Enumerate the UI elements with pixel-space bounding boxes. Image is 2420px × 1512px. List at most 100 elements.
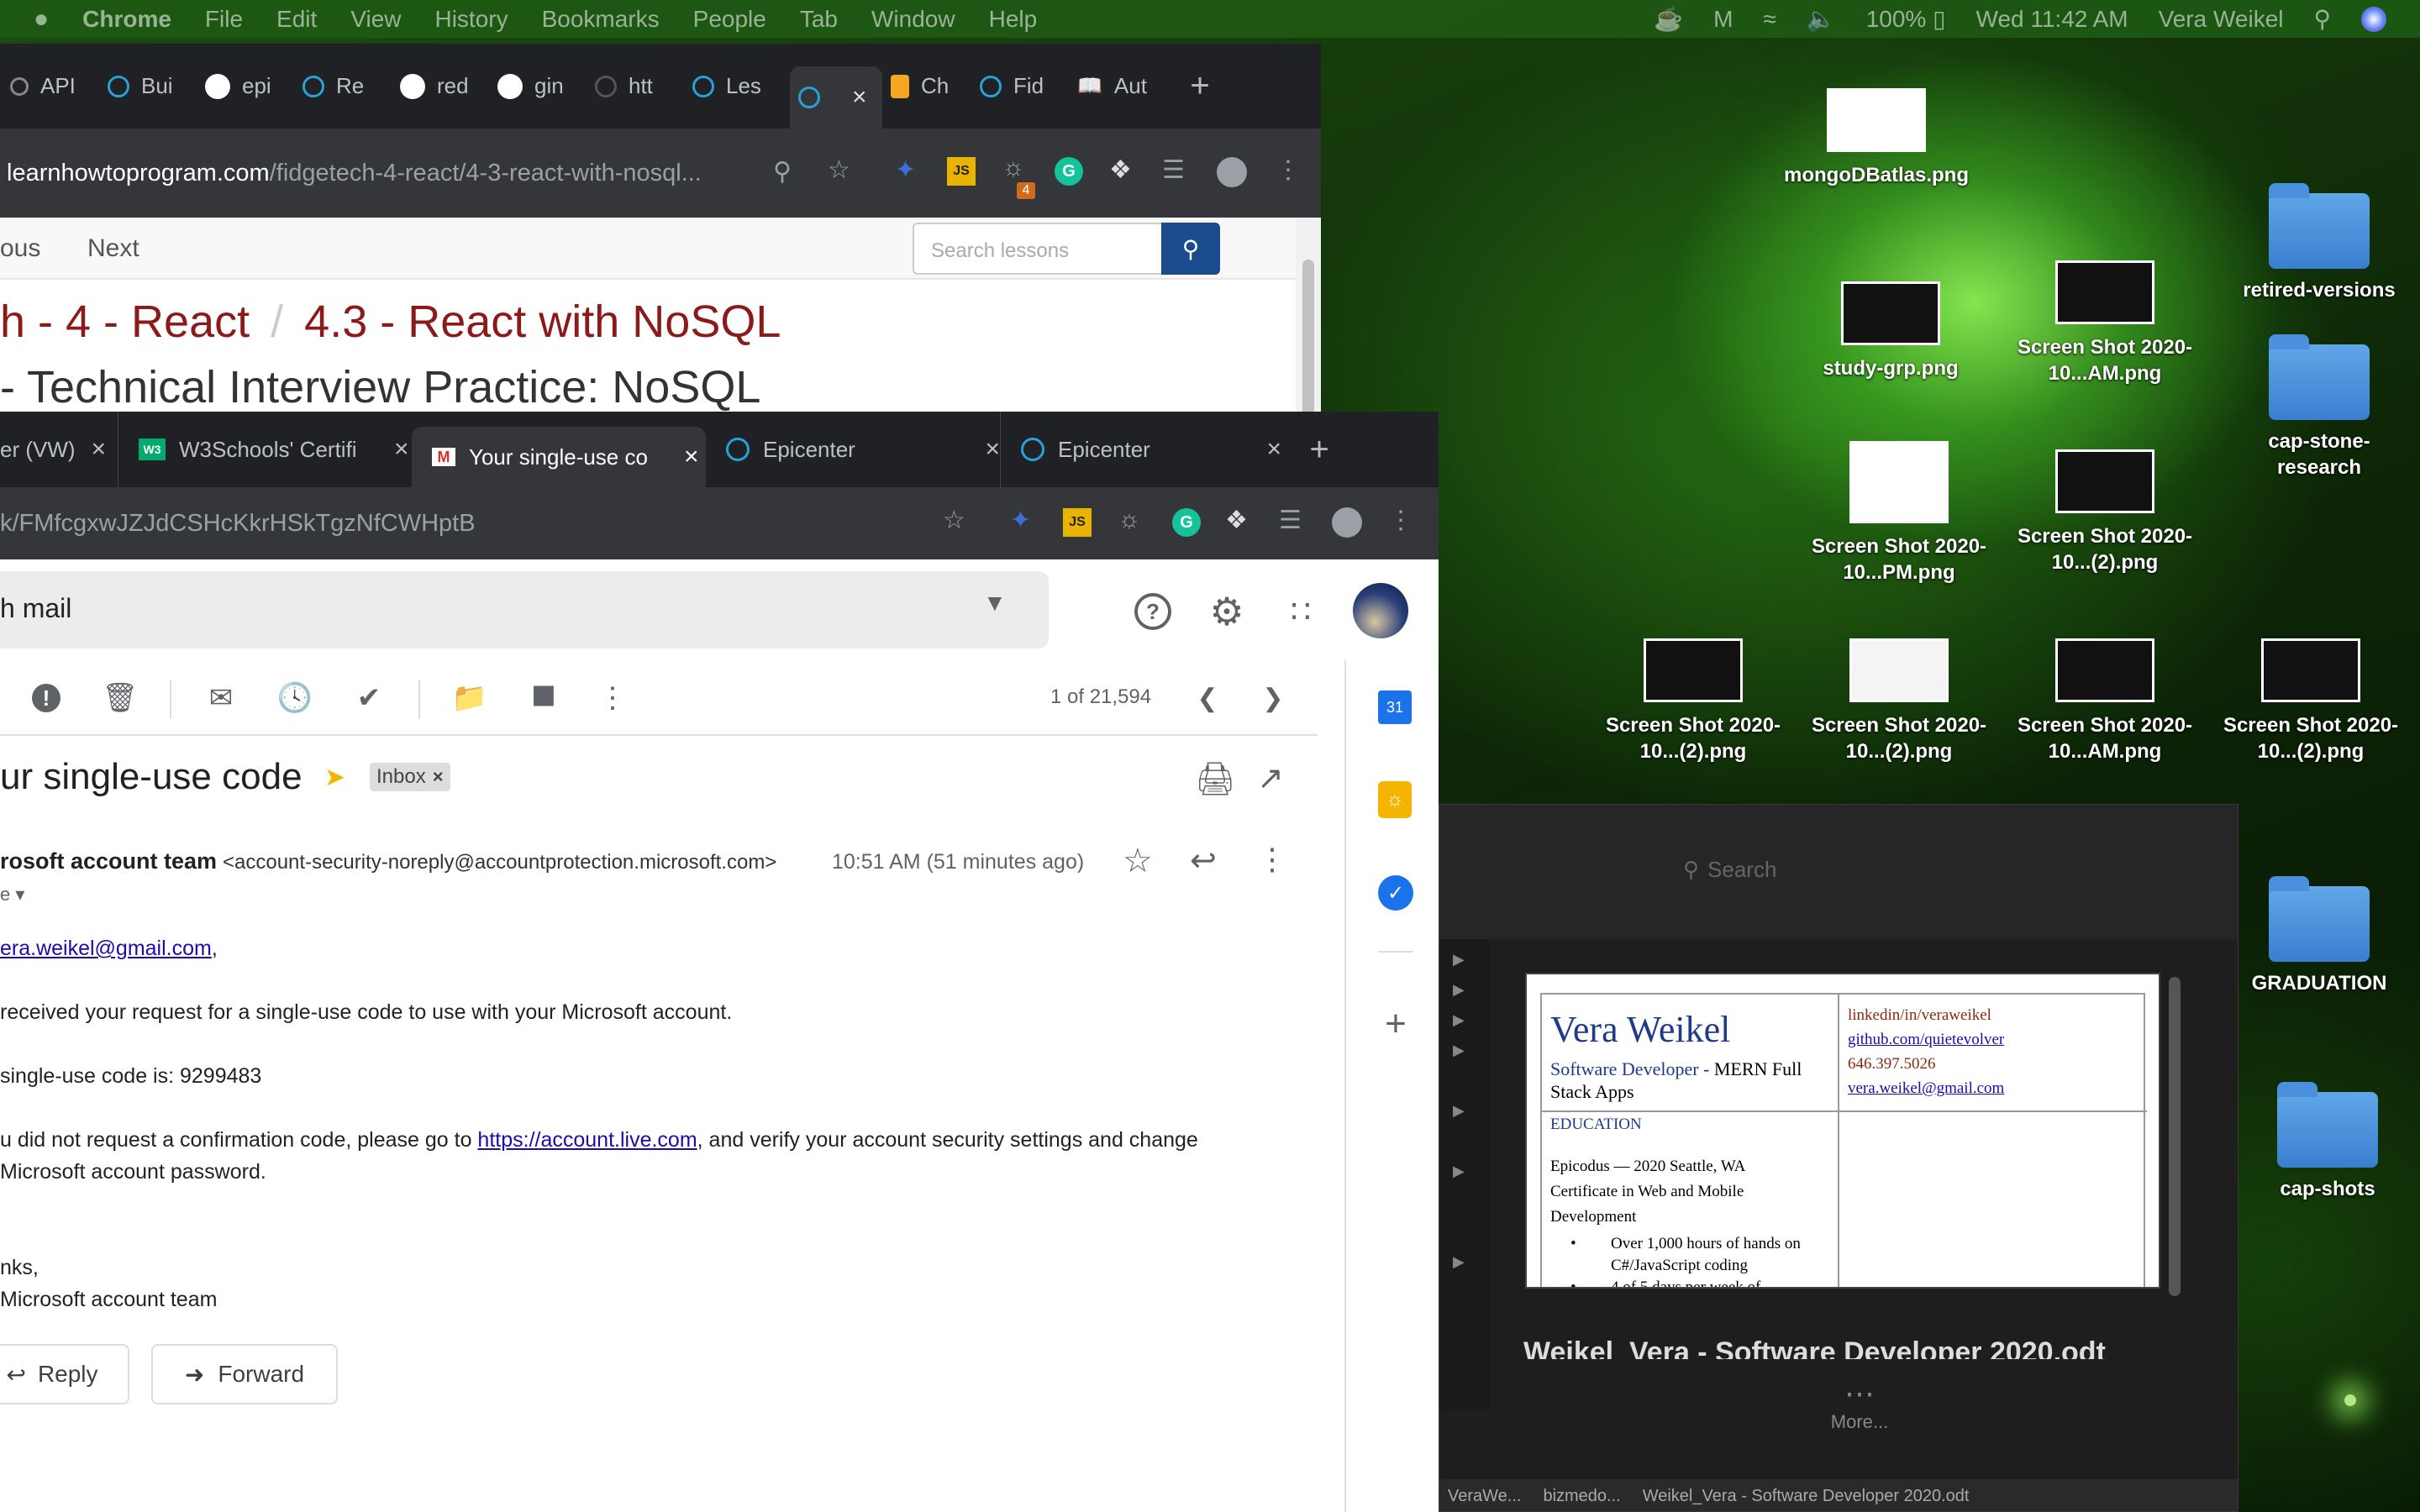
menu-view[interactable]: View (350, 6, 401, 33)
browser-tab[interactable]: Epicenter × (1000, 412, 1281, 487)
menu-tab[interactable]: Tab (800, 6, 838, 33)
media-control-icon[interactable]: ☰ (1279, 506, 1302, 535)
breadcrumb-course[interactable]: h - 4 - React (0, 297, 250, 347)
keep-icon[interactable]: ☼ (1378, 781, 1412, 818)
close-tab-icon[interactable]: × (985, 435, 1000, 464)
more-button[interactable]: ⋯ More... (1776, 1376, 1944, 1433)
menu-app-name[interactable]: Chrome (82, 6, 171, 33)
grammarly-icon[interactable]: G (1172, 508, 1201, 537)
tasks-icon[interactable]: ✓ (1378, 875, 1413, 911)
media-control-icon[interactable]: ☰ (1162, 155, 1185, 185)
apple-menu-icon[interactable]: ● (34, 5, 49, 34)
reply-button[interactable]: ↩ Reply (0, 1344, 129, 1404)
new-tab-button[interactable]: + (1281, 412, 1357, 487)
extension-icon[interactable]: ☼ (1002, 154, 1025, 182)
desktop-file-screenshot[interactable]: Screen Shot 2020-10...(2).png (2206, 638, 2416, 764)
open-new-window-icon[interactable]: ↗ (1257, 759, 1284, 797)
help-icon[interactable]: ? (1134, 593, 1171, 630)
desktop-file-screenshot[interactable]: Screen Shot 2020-10...(2).png (1794, 638, 2004, 764)
page-scrollbar[interactable] (1296, 218, 1321, 420)
bookmark-star-icon[interactable]: ☆ (943, 506, 965, 535)
lessons-search-button[interactable]: ⚲ (1161, 223, 1220, 275)
browser-tab[interactable]: W3 W3Schools' Certifi × (118, 412, 412, 487)
spotlight-icon[interactable]: ⚲ (2313, 5, 2331, 33)
calendar-icon[interactable]: 31 (1378, 690, 1412, 724)
desktop-folder-cap-shots[interactable]: cap-shots (2244, 1082, 2412, 1202)
browser-tab[interactable]: gin (497, 44, 595, 129)
status-item[interactable]: Weikel_Vera - Software Developer 2020.od… (1643, 1487, 1970, 1506)
browser-tab[interactable]: Re (302, 44, 400, 129)
feather-extension-icon[interactable]: ✦ (895, 155, 916, 185)
browser-tab[interactable]: Fid (980, 44, 1077, 129)
chrome-menu-icon[interactable]: ⋮ (1276, 155, 1301, 185)
js-extension-icon[interactable]: JS (1063, 508, 1092, 537)
desktop-file-mongodbatlas[interactable]: mongoDBatlas.png (1780, 88, 1973, 188)
desktop-file-screenshot[interactable]: Screen Shot 2020-10...AM.png (2000, 638, 2210, 764)
forward-button[interactable]: ➜ Forward (151, 1344, 338, 1404)
coffee-icon[interactable]: ☕ (1654, 5, 1683, 33)
menu-help[interactable]: Help (989, 6, 1038, 33)
new-tab-button[interactable]: + (1175, 44, 1225, 129)
resume-github-link[interactable]: github.com/quietevolver (1848, 1027, 2139, 1052)
status-item[interactable]: VeraWe... (1448, 1487, 1521, 1506)
browser-tab[interactable]: 📖 Aut (1077, 44, 1175, 129)
browser-tab[interactable]: er (VW) × (0, 412, 118, 487)
desktop-folder-graduation[interactable]: GRADUATION (2235, 876, 2403, 996)
malwarebytes-icon[interactable]: M (1713, 6, 1733, 33)
mark-unread-icon[interactable]: ✉ (200, 677, 242, 719)
previous-link[interactable]: ous (0, 234, 40, 263)
browser-tab-active[interactable]: × (790, 66, 882, 129)
menubar-clock[interactable]: Wed 11:42 AM (1976, 6, 2128, 33)
volume-icon[interactable]: 🔈 (1807, 5, 1836, 33)
wifi-icon[interactable]: ≈ (1763, 6, 1776, 33)
settings-gear-icon[interactable]: ⚙ (1205, 590, 1249, 633)
puzzle-extensions-icon[interactable]: ❖ (1225, 506, 1248, 535)
close-tab-icon[interactable]: × (91, 435, 106, 464)
browser-tab[interactable]: red (400, 44, 497, 129)
preview-search[interactable]: ⚲ Search (1683, 848, 2036, 890)
close-tab-icon[interactable]: × (394, 435, 409, 464)
newer-chevron-icon[interactable]: ❮ (1186, 677, 1228, 719)
delete-icon[interactable]: 🗑 (99, 677, 141, 719)
chrome-menu-icon[interactable]: ⋮ (1388, 506, 1413, 535)
report-spam-icon[interactable]: ! (25, 677, 67, 719)
browser-tab[interactable]: htt (595, 44, 692, 129)
apps-grid-icon[interactable]: ∷ (1279, 590, 1323, 633)
next-link[interactable]: Next (87, 234, 139, 263)
disclosure-triangles[interactable]: ▶ ▶ ▶ ▶ ▶ ▶ ▶ (1439, 939, 1490, 1277)
document-page[interactable]: Vera Weikel Software Developer - MERN Fu… (1525, 973, 2160, 1289)
grammarly-icon[interactable]: G (1055, 157, 1083, 186)
desktop-file-screenshot[interactable]: Screen Shot 2020-10...PM.png (1794, 441, 2004, 585)
menu-bookmarks[interactable]: Bookmarks (542, 6, 660, 33)
reply-arrow-icon[interactable]: ↩ (1190, 842, 1217, 879)
browser-tab[interactable]: epi (205, 44, 302, 129)
desktop-file-screenshot[interactable]: Screen Shot 2020-10...(2).png (2000, 449, 2210, 575)
browser-tab-active[interactable]: M Your single-use co × (412, 427, 706, 487)
importance-marker-icon[interactable]: ➤ (324, 763, 345, 792)
zoom-icon[interactable]: ⚲ (773, 157, 792, 186)
account-avatar[interactable] (1353, 583, 1408, 638)
search-options-icon[interactable]: ▼ (983, 590, 1007, 617)
add-addon-icon[interactable]: + (1376, 1003, 1415, 1044)
menu-history[interactable]: History (434, 6, 508, 33)
menu-edit[interactable]: Edit (276, 6, 317, 33)
browser-tab[interactable]: Bui (108, 44, 205, 129)
browser-tab[interactable]: Ch (882, 44, 980, 129)
gmail-search-bar[interactable]: h mail ▼ (0, 571, 1049, 648)
desktop-folder-cap-stone-research[interactable]: cap-stone-research (2235, 334, 2403, 480)
status-item[interactable]: bizmedo... (1543, 1487, 1620, 1506)
menu-window[interactable]: Window (871, 6, 955, 33)
profile-avatar-icon[interactable] (1332, 507, 1362, 538)
extension-icon[interactable]: ☼ (1118, 506, 1141, 534)
browser-tab[interactable]: Les (692, 44, 790, 129)
print-icon[interactable]: 🖨 (1195, 761, 1235, 798)
browser-tab[interactable]: Epicenter × (706, 412, 1000, 487)
star-icon[interactable]: ☆ (1123, 842, 1153, 880)
recipient-email-link[interactable]: era.weikel@gmail.com (0, 937, 212, 960)
breadcrumb-section[interactable]: 4.3 - React with NoSQL (304, 297, 781, 347)
recipient-details[interactable]: e ▾ (0, 884, 24, 906)
desktop-file-screenshot[interactable]: Screen Shot 2020-10...(2).png (1588, 638, 1798, 764)
url-field[interactable]: k/FMfcgxwJZJdCSHcKkrHSkTgzNfCWHptB (0, 510, 924, 538)
browser-tab[interactable]: API (10, 44, 108, 129)
menu-people[interactable]: People (693, 6, 766, 33)
